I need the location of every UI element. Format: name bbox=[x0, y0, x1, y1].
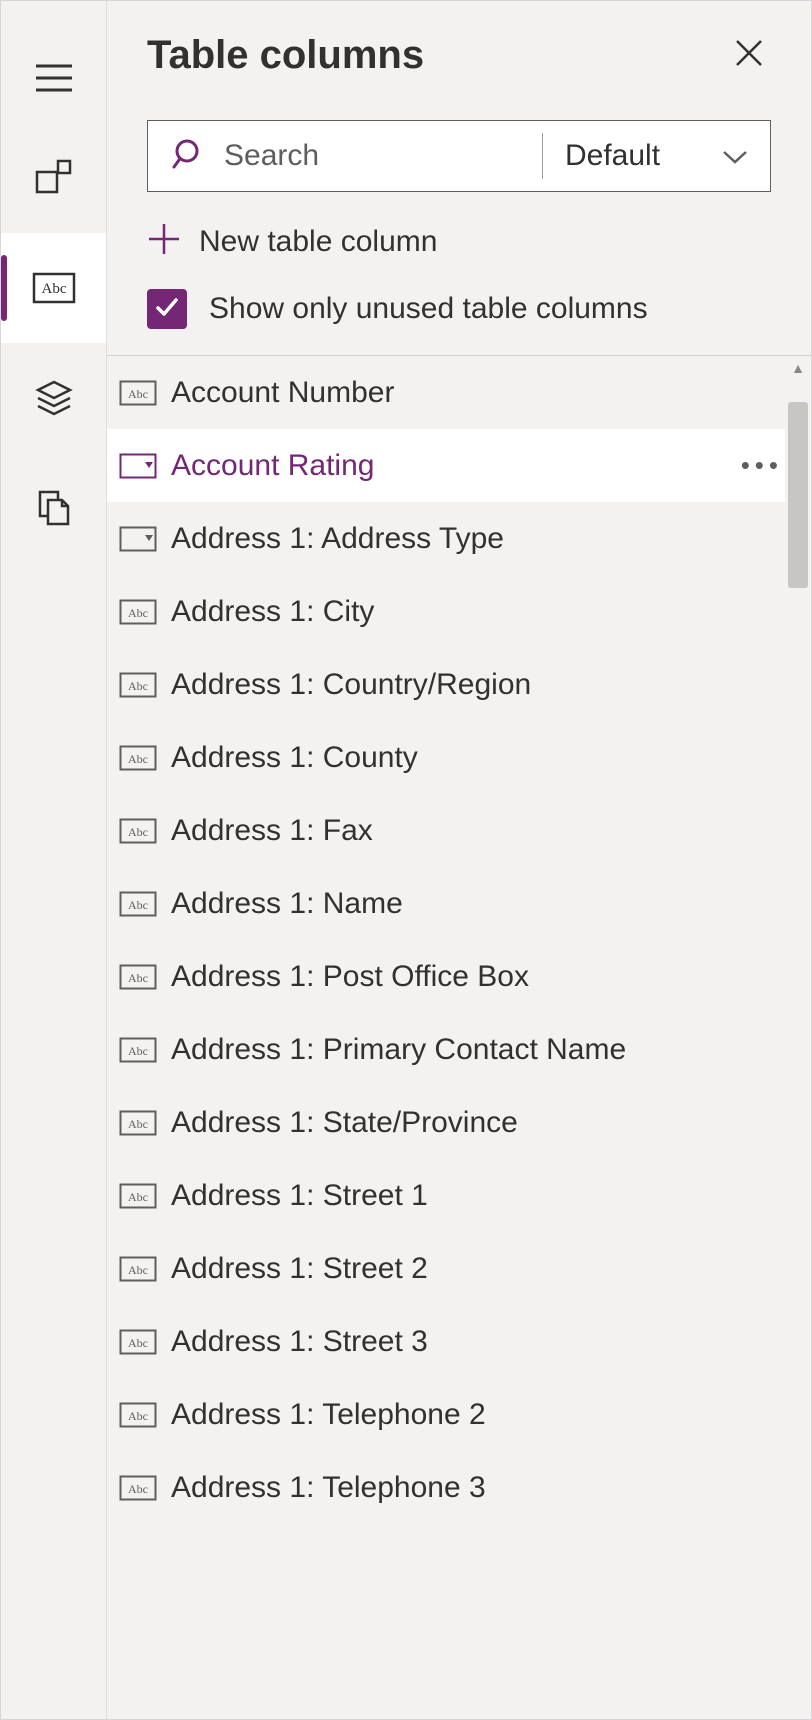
svg-text:Abc: Abc bbox=[128, 825, 148, 839]
text-type-icon: Abc bbox=[119, 1402, 157, 1428]
close-icon bbox=[733, 56, 765, 73]
pages-icon bbox=[34, 488, 74, 528]
column-item[interactable]: Abc Address 1: Post Office Box bbox=[107, 940, 811, 1013]
show-unused-checkbox[interactable] bbox=[147, 289, 187, 329]
column-label: Address 1: Post Office Box bbox=[171, 960, 529, 994]
svg-text:Abc: Abc bbox=[128, 1263, 148, 1277]
new-column-button[interactable]: New table column bbox=[107, 192, 811, 261]
left-rail: Abc bbox=[1, 1, 107, 1719]
rail-item-pages[interactable] bbox=[1, 453, 106, 563]
column-label: Address 1: Address Type bbox=[171, 522, 504, 556]
svg-text:Abc: Abc bbox=[128, 1044, 148, 1058]
column-item[interactable]: Abc Address 1: State/Province bbox=[107, 1086, 811, 1159]
hamburger-icon bbox=[34, 63, 74, 93]
svg-text:Abc: Abc bbox=[128, 1336, 148, 1350]
column-item[interactable]: Abc Address 1: Primary Contact Name bbox=[107, 1013, 811, 1086]
text-type-icon: Abc bbox=[119, 380, 157, 406]
column-item[interactable]: Abc Address 1: City bbox=[107, 575, 811, 648]
filter-value: Default bbox=[565, 139, 660, 173]
svg-text:Abc: Abc bbox=[128, 1482, 148, 1496]
column-item[interactable]: Abc Account Number bbox=[107, 356, 811, 429]
column-item[interactable]: Abc Address 1: Street 2 bbox=[107, 1232, 811, 1305]
column-label: Address 1: Street 2 bbox=[171, 1252, 428, 1286]
text-type-icon: Abc bbox=[119, 745, 157, 771]
column-label: Address 1: Street 3 bbox=[171, 1325, 428, 1359]
column-item[interactable]: Account Rating••• bbox=[107, 429, 811, 502]
column-item[interactable]: Abc Address 1: Telephone 3 bbox=[107, 1451, 811, 1524]
show-unused-row: Show only unused table columns bbox=[107, 261, 811, 355]
svg-text:Abc: Abc bbox=[128, 387, 148, 401]
column-item[interactable]: Abc Address 1: Street 1 bbox=[107, 1159, 811, 1232]
column-list-wrap: Abc Account Number Account Rating••• Addres… bbox=[107, 355, 811, 1719]
checkmark-icon bbox=[154, 294, 180, 325]
text-type-icon: Abc bbox=[119, 1037, 157, 1063]
svg-text:Abc: Abc bbox=[128, 1409, 148, 1423]
show-unused-label: Show only unused table columns bbox=[209, 292, 648, 326]
svg-text:Abc: Abc bbox=[128, 1117, 148, 1131]
text-type-icon: Abc bbox=[119, 1183, 157, 1209]
text-type-icon: Abc bbox=[119, 1329, 157, 1355]
svg-text:Abc: Abc bbox=[128, 898, 148, 912]
search-row: Default bbox=[147, 120, 771, 192]
text-type-icon: Abc bbox=[119, 891, 157, 917]
svg-text:Abc: Abc bbox=[41, 281, 66, 297]
text-type-icon: Abc bbox=[119, 1256, 157, 1282]
column-label: Address 1: Primary Contact Name bbox=[171, 1033, 626, 1067]
column-item[interactable]: Abc Address 1: Street 3 bbox=[107, 1305, 811, 1378]
hamburger-button[interactable] bbox=[1, 33, 106, 123]
rail-item-components[interactable] bbox=[1, 123, 106, 233]
panel-title: Table columns bbox=[147, 33, 424, 78]
columns-icon: Abc bbox=[32, 272, 76, 304]
new-column-label: New table column bbox=[199, 225, 437, 259]
svg-text:Abc: Abc bbox=[128, 679, 148, 693]
rail-item-layers[interactable] bbox=[1, 343, 106, 453]
scrollbar[interactable]: ▲ bbox=[785, 356, 811, 1719]
choice-type-icon bbox=[119, 453, 157, 479]
svg-text:Abc: Abc bbox=[128, 606, 148, 620]
column-label: Address 1: County bbox=[171, 741, 418, 775]
panel-header: Table columns bbox=[107, 1, 811, 100]
column-label: Address 1: Telephone 3 bbox=[171, 1471, 486, 1505]
column-item[interactable]: Abc Address 1: County bbox=[107, 721, 811, 794]
search-box[interactable] bbox=[148, 121, 542, 191]
column-item[interactable]: Abc Address 1: Telephone 2 bbox=[107, 1378, 811, 1451]
close-button[interactable] bbox=[727, 31, 771, 80]
column-label: Address 1: Street 1 bbox=[171, 1179, 428, 1213]
table-columns-panel: Table columns Default bbox=[107, 1, 811, 1719]
plus-icon bbox=[147, 222, 181, 261]
column-list[interactable]: Abc Account Number Account Rating••• Addres… bbox=[107, 356, 811, 1719]
chevron-down-icon bbox=[722, 139, 748, 173]
app: Abc Table columns bbox=[1, 1, 811, 1719]
column-item[interactable]: Abc Address 1: Fax bbox=[107, 794, 811, 867]
svg-text:Abc: Abc bbox=[128, 1190, 148, 1204]
svg-text:Abc: Abc bbox=[128, 971, 148, 985]
column-label: Address 1: Country/Region bbox=[171, 668, 531, 702]
text-type-icon: Abc bbox=[119, 964, 157, 990]
column-item[interactable]: Address 1: Address Type bbox=[107, 502, 811, 575]
text-type-icon: Abc bbox=[119, 818, 157, 844]
text-type-icon: Abc bbox=[119, 672, 157, 698]
search-icon bbox=[172, 137, 206, 176]
rail-item-columns[interactable]: Abc bbox=[1, 233, 106, 343]
scroll-up-icon: ▲ bbox=[785, 356, 811, 380]
column-item[interactable]: Abc Address 1: Name bbox=[107, 867, 811, 940]
text-type-icon: Abc bbox=[119, 1475, 157, 1501]
column-label: Address 1: Name bbox=[171, 887, 403, 921]
column-label: Address 1: City bbox=[171, 595, 374, 629]
components-icon bbox=[34, 158, 74, 198]
filter-dropdown[interactable]: Default bbox=[542, 133, 770, 179]
column-label: Account Rating bbox=[171, 449, 374, 483]
text-type-icon: Abc bbox=[119, 599, 157, 625]
layers-icon bbox=[34, 378, 74, 418]
column-label: Address 1: Telephone 2 bbox=[171, 1398, 486, 1432]
choice-type-icon bbox=[119, 526, 157, 552]
text-type-icon: Abc bbox=[119, 1110, 157, 1136]
search-input[interactable] bbox=[224, 139, 518, 173]
column-label: Address 1: State/Province bbox=[171, 1106, 518, 1140]
column-label: Account Number bbox=[171, 376, 394, 410]
column-label: Address 1: Fax bbox=[171, 814, 373, 848]
scroll-thumb[interactable] bbox=[788, 402, 808, 588]
svg-text:Abc: Abc bbox=[128, 752, 148, 766]
column-item[interactable]: Abc Address 1: Country/Region bbox=[107, 648, 811, 721]
